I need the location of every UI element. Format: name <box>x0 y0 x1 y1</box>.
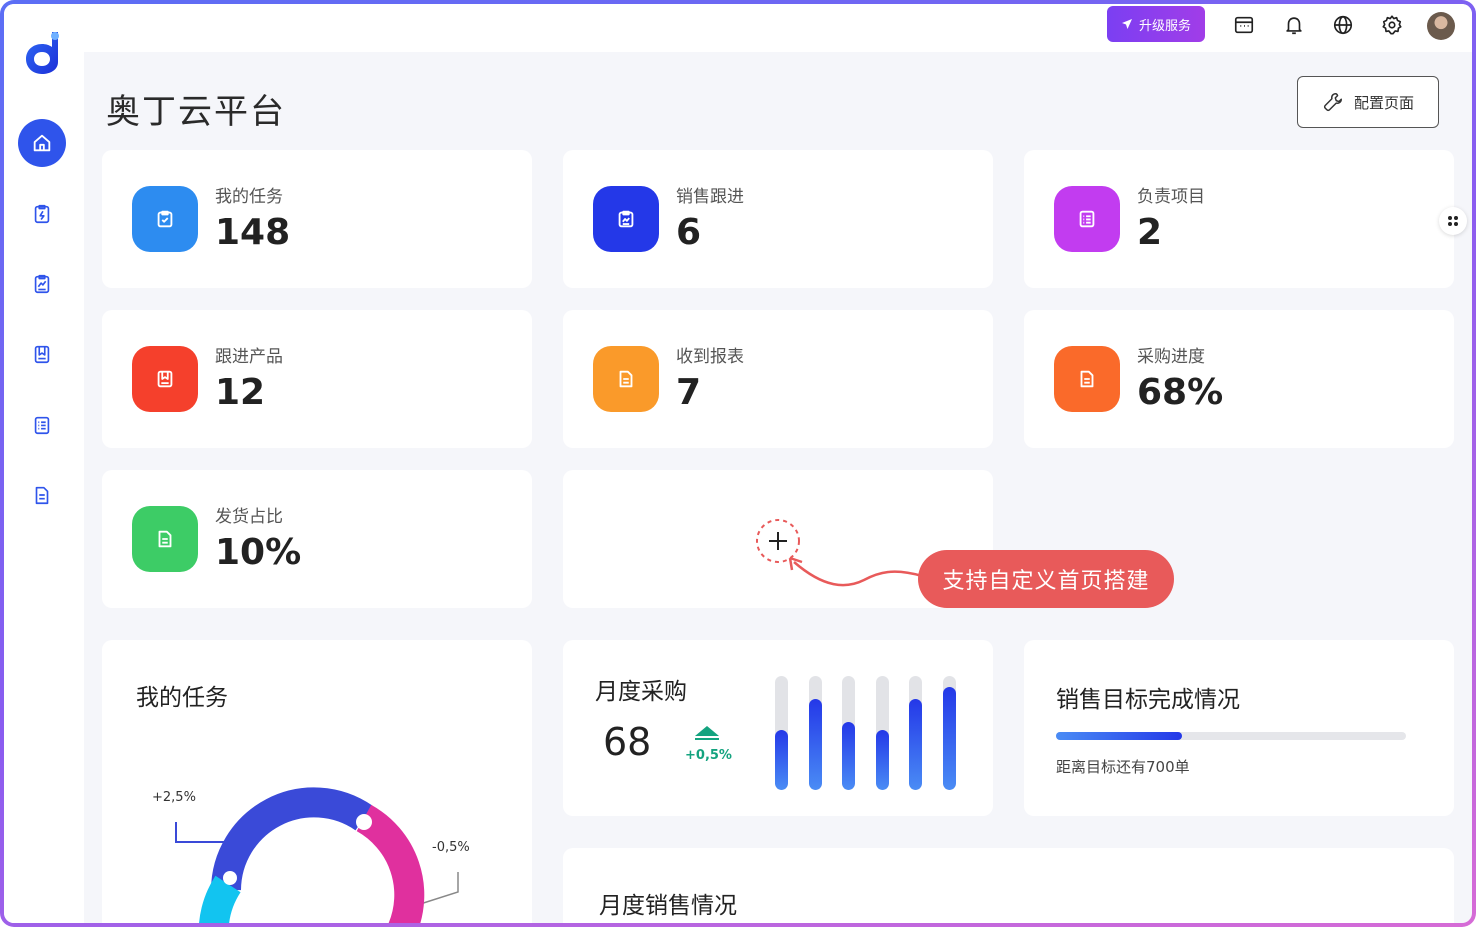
sidebar-item-projects[interactable] <box>18 401 66 449</box>
sidebar-item-reports[interactable] <box>18 471 66 519</box>
purchase-bar-track <box>875 676 889 790</box>
page-title: 奥丁云平台 <box>106 92 286 132</box>
stat-icon-bg <box>132 186 198 252</box>
upgrade-button[interactable]: 升级服务 <box>1107 6 1205 42</box>
purchase-bar-track <box>942 676 956 790</box>
stat-icon-bg <box>1054 186 1120 252</box>
bell-icon[interactable] <box>1283 14 1305 36</box>
purchase-delta: +0,5% <box>685 748 732 763</box>
stat-label: 销售跟进 <box>676 187 744 207</box>
sidebar-item-tasks[interactable] <box>18 190 66 238</box>
drag-handle[interactable] <box>1439 207 1467 235</box>
stat-value: 7 <box>676 372 702 413</box>
stat-card-projects[interactable]: 负责项目 2 <box>1024 150 1454 288</box>
sales-progress-fill <box>1056 732 1182 740</box>
document-icon <box>158 530 172 548</box>
config-page-button[interactable]: 配置页面 <box>1297 76 1439 128</box>
document-icon <box>619 370 633 388</box>
my-tasks-panel: 我的任务 +2,5% -0,5% <box>102 640 532 923</box>
stat-label: 收到报表 <box>676 347 744 367</box>
sidebar-item-products[interactable] <box>18 330 66 378</box>
monthly-purchase-panel: 月度采购 68 +0,5% <box>563 640 993 816</box>
purchase-bar <box>842 722 855 790</box>
config-label: 配置页面 <box>1353 93 1414 112</box>
stat-card-my-tasks[interactable]: 我的任务 148 <box>102 150 532 288</box>
stat-label: 负责项目 <box>1137 187 1205 207</box>
task-clipboard-icon <box>34 204 50 224</box>
panel-title: 月度采购 <box>595 679 687 705</box>
stat-card-reports[interactable]: 收到报表 7 <box>563 310 993 448</box>
avatar[interactable] <box>1427 12 1455 40</box>
list-icon <box>1079 210 1095 228</box>
globe-icon[interactable] <box>1332 14 1354 36</box>
document-icon <box>1080 370 1094 388</box>
stat-value: 12 <box>215 372 266 413</box>
stat-label: 跟进产品 <box>215 347 283 367</box>
topbar <box>84 4 1472 52</box>
monthly-sales-panel: 月度销售情况 <box>563 848 1454 923</box>
bookmark-box-icon <box>34 345 50 364</box>
sales-target-subtitle: 距离目标还有700单 <box>1056 758 1190 776</box>
stat-value: 10% <box>215 532 302 573</box>
purchase-bar-track <box>842 676 855 790</box>
app-frame: 升级服务 奥丁云平台 配置页面 我的任务 148 销售跟进 6 负责项目 2 跟… <box>0 0 1476 927</box>
stat-label: 我的任务 <box>215 187 283 207</box>
purchase-bar <box>875 730 889 790</box>
curved-arrow-icon <box>788 556 923 587</box>
send-icon <box>1121 19 1132 29</box>
stat-value: 2 <box>1137 212 1163 253</box>
stat-icon-bg <box>132 506 198 572</box>
gear-icon[interactable] <box>1381 14 1403 36</box>
purchase-bar <box>909 699 922 790</box>
clipboard-chart-icon <box>618 210 634 228</box>
trend-up-icon <box>695 726 719 740</box>
stat-label: 发货占比 <box>215 507 283 527</box>
clipboard-check-icon <box>157 210 173 228</box>
purchase-value: 68 <box>603 720 652 764</box>
stat-value: 148 <box>215 212 291 253</box>
stat-card-purchase-progress[interactable]: 采购进度 68% <box>1024 310 1454 448</box>
stat-icon-bg <box>593 346 659 412</box>
upgrade-label: 升级服务 <box>1138 18 1191 34</box>
stat-card-products[interactable]: 跟进产品 12 <box>102 310 532 448</box>
sales-progress-track <box>1056 732 1406 740</box>
wrench-icon <box>1323 93 1342 112</box>
sidebar-item-home[interactable] <box>18 119 66 167</box>
purchase-bar-track <box>775 676 788 790</box>
donut-chart <box>175 787 459 923</box>
home-icon <box>33 134 51 152</box>
purchase-bar-track <box>808 676 822 790</box>
purchase-bar-track <box>909 676 922 790</box>
stat-icon-bg <box>132 346 198 412</box>
purchase-bar <box>942 687 956 790</box>
custom-home-tooltip: 支持自定义首页搭建 <box>918 550 1174 608</box>
grip-dots-icon <box>1448 216 1458 226</box>
purchase-bar <box>775 730 788 790</box>
sales-target-panel: 销售目标完成情况 距离目标还有700单 <box>1024 640 1454 816</box>
sidebar-item-sales[interactable] <box>18 260 66 308</box>
stat-value: 68% <box>1137 372 1224 413</box>
app-logo[interactable] <box>22 28 66 76</box>
stat-card-sales-followup[interactable]: 销售跟进 6 <box>563 150 993 288</box>
sidebar <box>4 4 84 923</box>
panel-title: 销售目标完成情况 <box>1056 687 1240 713</box>
purchase-bar <box>808 699 822 790</box>
stat-icon-bg <box>593 186 659 252</box>
sales-chart-icon <box>34 274 50 294</box>
bookmark-box-icon <box>157 370 173 388</box>
stat-card-shipping-ratio[interactable]: 发货占比 10% <box>102 470 532 608</box>
document-icon <box>35 486 49 505</box>
stat-value: 6 <box>676 212 702 253</box>
panel-title: 月度销售情况 <box>599 893 737 919</box>
list-icon <box>34 416 50 435</box>
calendar-icon[interactable] <box>1233 14 1255 36</box>
stat-label: 采购进度 <box>1137 347 1205 367</box>
stat-icon-bg <box>1054 346 1120 412</box>
